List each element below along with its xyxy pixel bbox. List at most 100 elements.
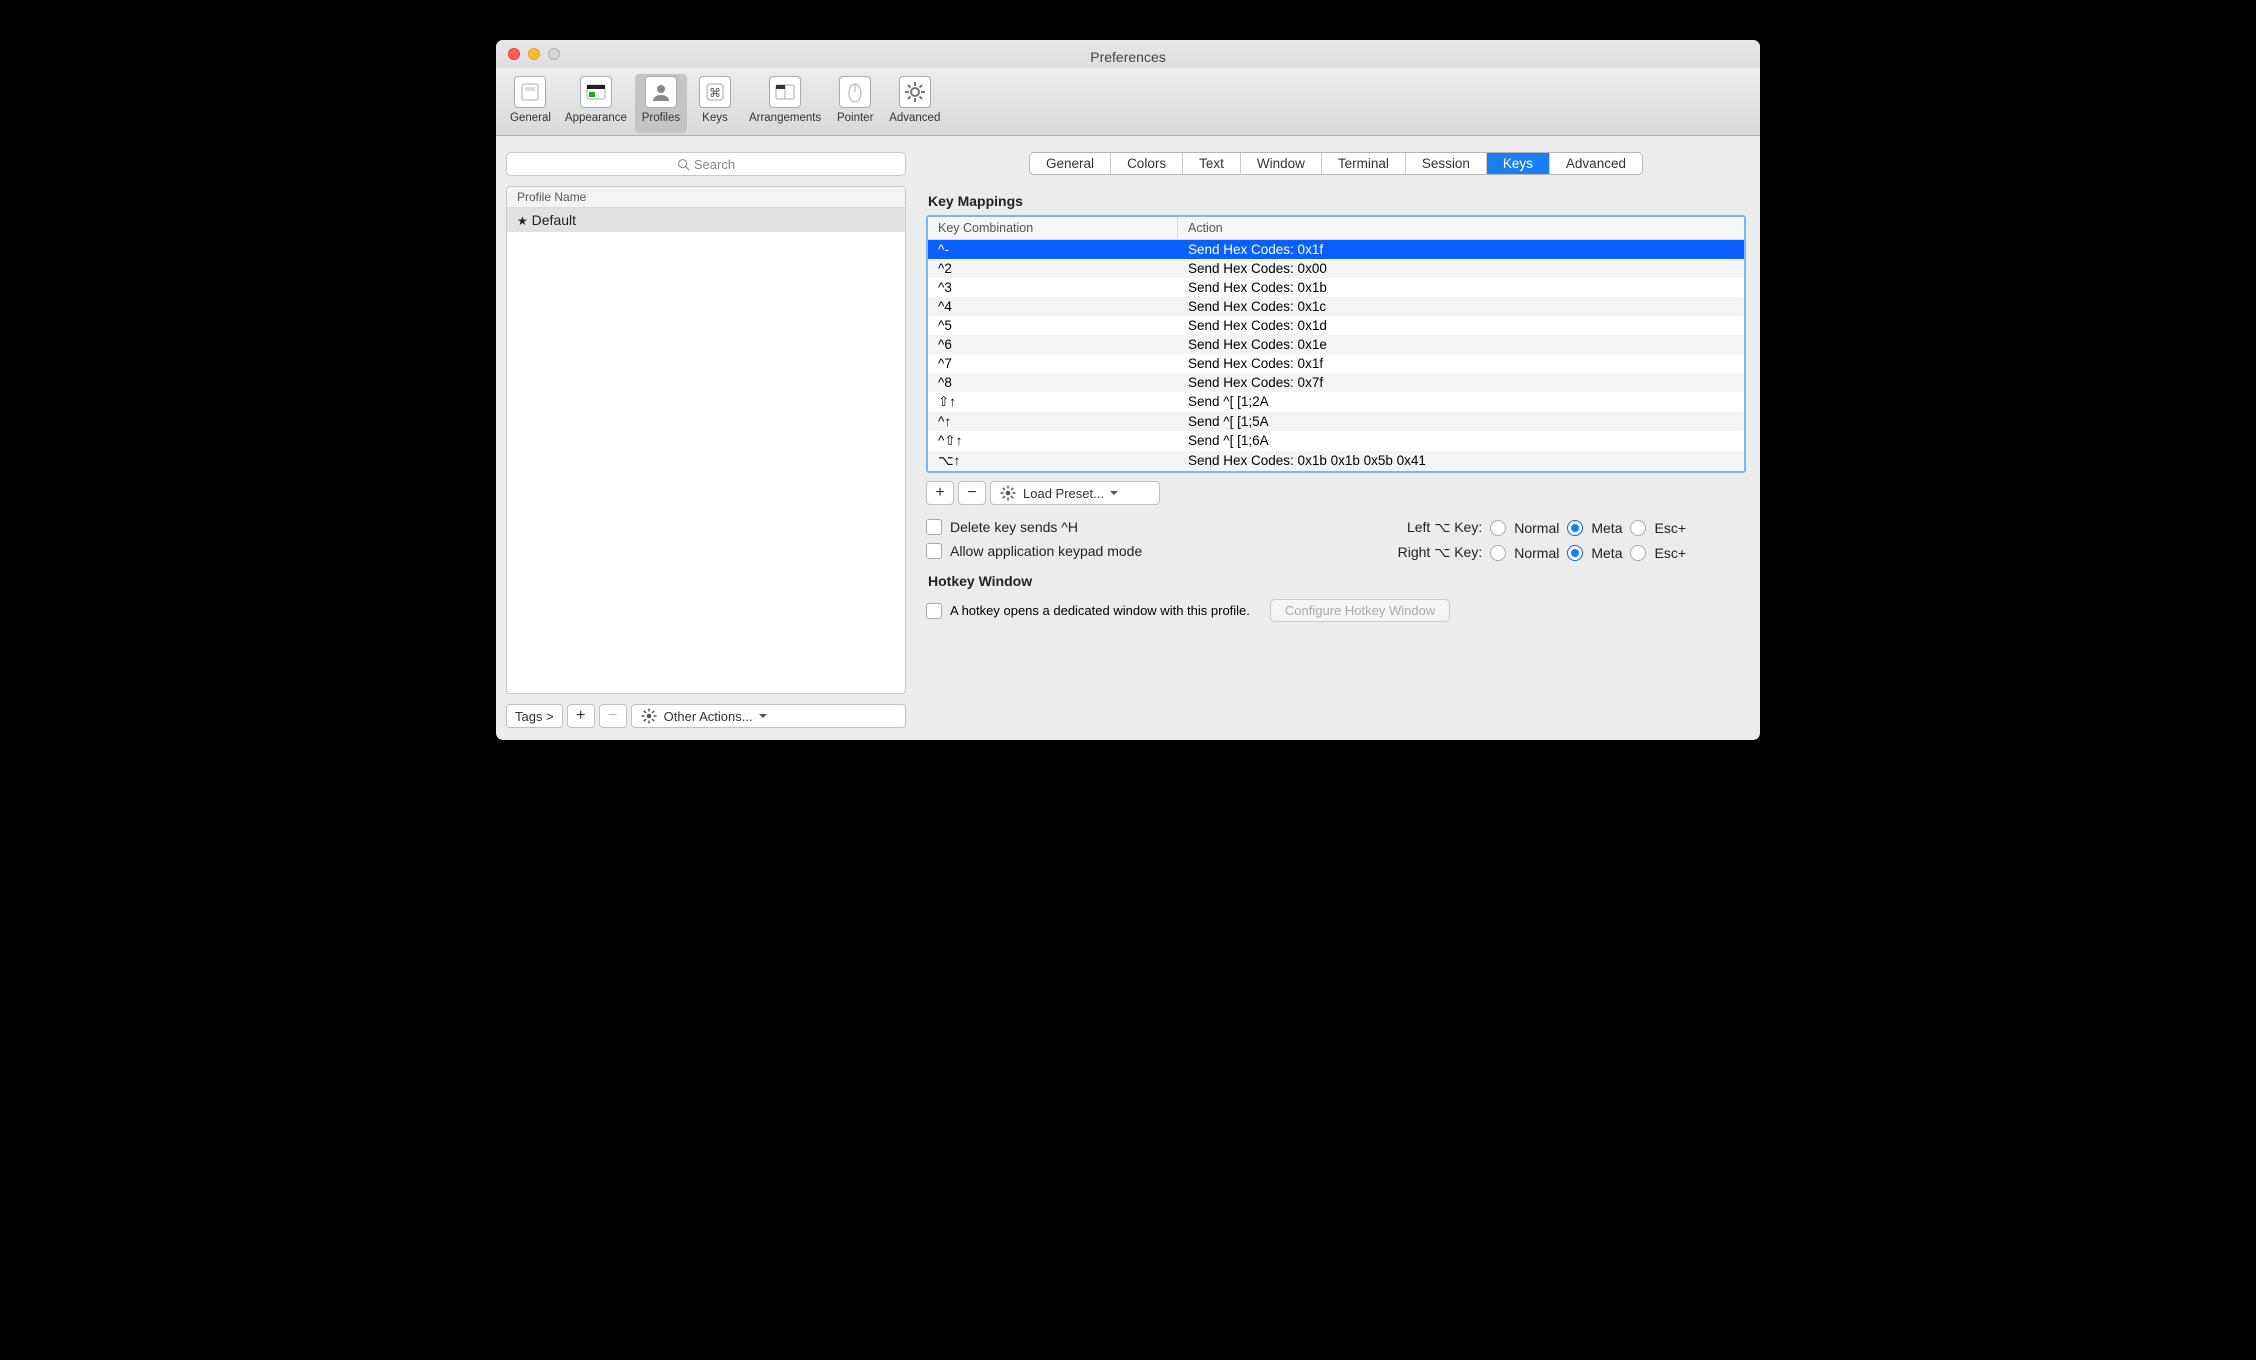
meta-label: Meta — [1591, 545, 1622, 561]
load-preset-button[interactable]: Load Preset... — [990, 481, 1160, 505]
delete-sends-label: Delete key sends ^H — [950, 519, 1078, 535]
minimize-icon[interactable] — [528, 48, 540, 60]
key-mapping-row[interactable]: ^3Send Hex Codes: 0x1b — [928, 278, 1744, 297]
configure-hotkey-button: Configure Hotkey Window — [1270, 599, 1450, 622]
profile-list-header: Profile Name — [507, 187, 905, 208]
toolbar-item-advanced[interactable]: Advanced — [883, 74, 946, 133]
zoom-icon[interactable] — [548, 48, 560, 60]
other-actions-button[interactable]: Other Actions... — [631, 704, 906, 728]
pointer-icon — [839, 76, 871, 108]
action-cell: Send Hex Codes: 0x00 — [1178, 259, 1744, 278]
checkbox-icon[interactable] — [926, 543, 942, 559]
action-cell: Send Hex Codes: 0x1f — [1178, 240, 1744, 259]
gear-icon — [999, 484, 1017, 502]
checkbox-icon[interactable] — [926, 519, 942, 535]
tab-colors[interactable]: Colors — [1111, 153, 1183, 174]
right-opt-meta-radio[interactable] — [1567, 545, 1583, 561]
toolbar-item-arrangements[interactable]: Arrangements — [743, 74, 827, 133]
left-opt-meta-radio[interactable] — [1567, 520, 1583, 536]
profile-row[interactable]: ★ Default — [507, 208, 905, 232]
add-mapping-button[interactable]: + — [926, 481, 954, 505]
gear-icon — [640, 707, 658, 725]
close-icon[interactable] — [508, 48, 520, 60]
toolbar-item-label: Pointer — [837, 112, 873, 124]
other-actions-label: Other Actions... — [664, 709, 753, 724]
action-cell: Send Hex Codes: 0x1c — [1178, 297, 1744, 316]
right-opt-normal-radio[interactable] — [1490, 545, 1506, 561]
left-opt-normal-radio[interactable] — [1490, 520, 1506, 536]
key-combo-cell: ⌥↑ — [928, 451, 1178, 471]
key-mapping-row[interactable]: ⇧↑Send ^[ [1;2A — [928, 392, 1744, 412]
key-mapping-row[interactable]: ^-Send Hex Codes: 0x1f — [928, 240, 1744, 259]
toolbar: GeneralAppearance Profiles ⌘KeysArrangemen… — [496, 68, 1760, 136]
profiles-icon — [645, 76, 677, 108]
tags-label: Tags > — [515, 709, 554, 724]
key-mapping-row[interactable]: ^⇧↑Send ^[ [1;6A — [928, 431, 1744, 451]
tab-terminal[interactable]: Terminal — [1322, 153, 1406, 174]
tags-button[interactable]: Tags > — [506, 704, 563, 728]
search-placeholder: Search — [694, 157, 735, 172]
add-profile-button[interactable]: + — [567, 704, 595, 728]
tab-keys[interactable]: Keys — [1487, 153, 1550, 174]
remove-profile-button[interactable]: − — [599, 704, 627, 728]
meta-label: Meta — [1591, 520, 1622, 536]
toolbar-item-appearance[interactable]: Appearance — [559, 74, 633, 133]
profile-list: Profile Name ★ Default — [506, 186, 906, 694]
left-opt-esc-radio[interactable] — [1630, 520, 1646, 536]
right-opt-esc-radio[interactable] — [1630, 545, 1646, 561]
key-combo-cell: ^3 — [928, 278, 1178, 297]
col-action[interactable]: Action — [1178, 217, 1744, 239]
key-mapping-row[interactable]: ^↑Send ^[ [1;5A — [928, 412, 1744, 431]
key-combo-cell: ^4 — [928, 297, 1178, 316]
action-cell: Send Hex Codes: 0x1b 0x1b 0x5b 0x41 — [1178, 451, 1744, 471]
titlebar: Preferences GeneralAppearanceProfiles⌘Ke… — [496, 40, 1760, 94]
action-cell: Send Hex Codes: 0x1f — [1178, 354, 1744, 373]
search-input[interactable]: Search — [506, 152, 906, 176]
tab-window[interactable]: Window — [1241, 153, 1322, 174]
tab-session[interactable]: Session — [1406, 153, 1487, 174]
key-mapping-row[interactable]: ⌥↑Send Hex Codes: 0x1b 0x1b 0x5b 0x41 — [928, 451, 1744, 471]
tab-general[interactable]: General — [1030, 153, 1111, 174]
hotkey-checkbox-label: A hotkey opens a dedicated window with t… — [950, 603, 1250, 618]
key-combo-cell: ^- — [928, 240, 1178, 259]
key-mapping-row[interactable]: ^7Send Hex Codes: 0x1f — [928, 354, 1744, 373]
key-mapping-row[interactable]: ^6Send Hex Codes: 0x1e — [928, 335, 1744, 354]
toolbar-item-profiles[interactable]: Profiles — [635, 74, 687, 133]
tab-advanced[interactable]: Advanced — [1550, 153, 1642, 174]
esc-label: Esc+ — [1654, 520, 1686, 536]
profile-label: Default — [532, 212, 576, 228]
main-panel: GeneralColorsTextWindowTerminalSessionKe… — [922, 152, 1750, 728]
key-mappings-table[interactable]: Key Combination Action ^-Send Hex Codes:… — [926, 215, 1746, 473]
toolbar-item-label: Profiles — [642, 112, 680, 124]
remove-mapping-button[interactable]: − — [958, 481, 986, 505]
window-title: Preferences — [496, 40, 1760, 70]
esc-label: Esc+ — [1654, 545, 1686, 561]
left-option-key-group: Left ⌥ Key: Normal Meta Esc+ — [1407, 519, 1686, 536]
key-mapping-row[interactable]: ^5Send Hex Codes: 0x1d — [928, 316, 1744, 335]
key-mapping-row[interactable]: ^8Send Hex Codes: 0x7f — [928, 373, 1744, 392]
star-icon: ★ — [517, 214, 528, 228]
col-key-combination[interactable]: Key Combination — [928, 217, 1178, 239]
action-cell: Send ^[ [1;5A — [1178, 412, 1744, 431]
key-combo-cell: ^6 — [928, 335, 1178, 354]
load-preset-label: Load Preset... — [1023, 486, 1104, 501]
keys-icon: ⌘ — [699, 76, 731, 108]
traffic-lights — [508, 48, 560, 60]
delete-sends-option[interactable]: Delete key sends ^H — [926, 519, 1142, 535]
subtabs: GeneralColorsTextWindowTerminalSessionKe… — [922, 152, 1750, 175]
toolbar-item-general[interactable]: General — [504, 74, 557, 133]
action-cell: Send ^[ [1;6A — [1178, 431, 1744, 451]
key-combo-cell: ^8 — [928, 373, 1178, 392]
hotkey-window-title: Hotkey Window — [928, 573, 1750, 589]
toolbar-item-keys[interactable]: ⌘Keys — [689, 74, 741, 133]
sidebar-controls: Tags > + − Other Actions... — [506, 704, 906, 728]
tab-text[interactable]: Text — [1183, 153, 1241, 174]
allow-keypad-label: Allow application keypad mode — [950, 543, 1142, 559]
key-mapping-row[interactable]: ^2Send Hex Codes: 0x00 — [928, 259, 1744, 278]
key-mapping-row[interactable]: ^4Send Hex Codes: 0x1c — [928, 297, 1744, 316]
key-mappings-controls: + − Load Preset... — [926, 481, 1746, 505]
hotkey-checkbox[interactable] — [926, 603, 942, 619]
toolbar-item-pointer[interactable]: Pointer — [829, 74, 881, 133]
allow-keypad-option[interactable]: Allow application keypad mode — [926, 543, 1142, 559]
key-mappings-header: Key Combination Action — [928, 217, 1744, 240]
